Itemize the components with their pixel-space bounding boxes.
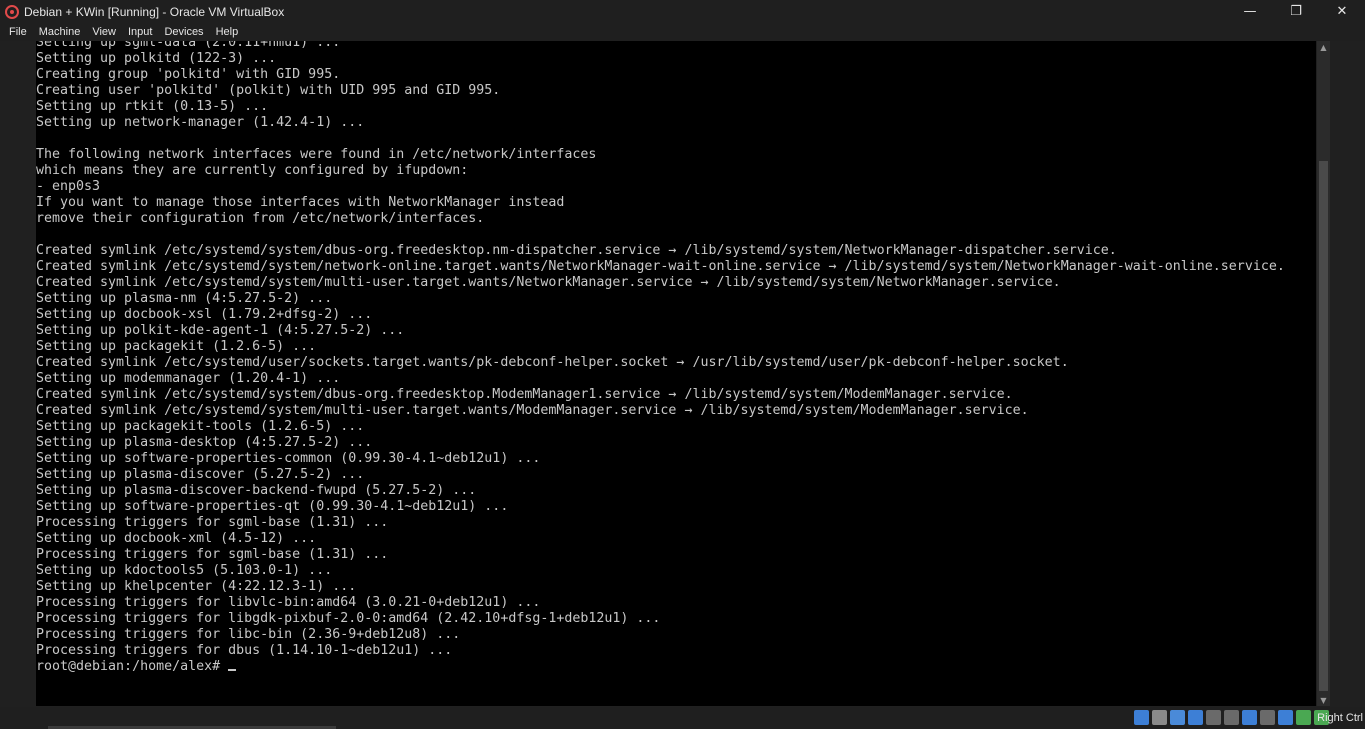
terminal-line: The following network interfaces were fo… — [36, 147, 597, 162]
terminal-line: Processing triggers for dbus (1.14.10-1~… — [36, 643, 453, 658]
scroll-up-icon[interactable]: ▲ — [1317, 41, 1330, 53]
terminal-line: Created symlink /etc/systemd/system/mult… — [36, 403, 1029, 418]
terminal-console[interactable]: Setting up sgml-data (2.0.11+nmu1) ... Se… — [36, 41, 1316, 706]
menu-machine[interactable]: Machine — [33, 26, 87, 38]
close-button[interactable]: ✕ — [1319, 0, 1365, 23]
terminal-line: Setting up packagekit (1.2.6-5) ... — [36, 339, 317, 354]
minimize-button[interactable]: — — [1227, 0, 1273, 23]
network-icon[interactable] — [1188, 710, 1203, 725]
terminal-line: Setting up packagekit-tools (1.2.6-5) ..… — [36, 419, 365, 434]
shell-prompt: root@debian:/home/alex# — [36, 659, 229, 674]
usb-icon[interactable] — [1206, 710, 1221, 725]
status-bar: Right Ctrl — [0, 707, 1365, 729]
scroll-thumb[interactable] — [1319, 161, 1328, 691]
terminal-line: Setting up polkitd (122-3) ... — [36, 51, 277, 66]
vm-display[interactable]: Setting up sgml-data (2.0.11+nmu1) ... Se… — [0, 41, 1365, 707]
terminal-line: Processing triggers for libvlc-bin:amd64… — [36, 595, 541, 610]
window-title: Debian + KWin [Running] - Oracle VM Virt… — [24, 4, 285, 19]
terminal-line: Setting up plasma-discover (5.27.5-2) ..… — [36, 467, 365, 482]
window-controls: — ❐ ✕ — [1227, 0, 1365, 23]
host-key-label[interactable]: Right Ctrl — [1317, 712, 1363, 724]
menu-file[interactable]: File — [0, 26, 33, 38]
terminal-line: Setting up docbook-xml (4.5-12) ... — [36, 531, 317, 546]
terminal-line: Setting up network-manager (1.42.4-1) ..… — [36, 115, 365, 130]
terminal-line: If you want to manage those interfaces w… — [36, 195, 565, 210]
menu-devices[interactable]: Devices — [158, 26, 209, 38]
terminal-line: which means they are currently configure… — [36, 163, 469, 178]
terminal-line: Created symlink /etc/systemd/system/dbus… — [36, 243, 1117, 258]
terminal-line: Setting up polkit-kde-agent-1 (4:5.27.5-… — [36, 323, 405, 338]
text-cursor — [228, 669, 237, 671]
restore-button[interactable]: ❐ — [1273, 0, 1319, 23]
terminal-line: Created symlink /etc/systemd/system/mult… — [36, 275, 1061, 290]
title-bar: Debian + KWin [Running] - Oracle VM Virt… — [0, 0, 1365, 23]
status-indicators — [1134, 710, 1329, 725]
terminal-line: Created symlink /etc/systemd/user/socket… — [36, 355, 1069, 370]
terminal-line: Setting up rtkit (0.13-5) ... — [36, 99, 269, 114]
terminal-line: Processing triggers for libc-bin (2.36-9… — [36, 627, 461, 642]
terminal-line: Creating user 'polkitd' (polkit) with UI… — [36, 83, 501, 98]
menu-help[interactable]: Help — [210, 26, 245, 38]
shared-folders-icon[interactable] — [1224, 710, 1239, 725]
terminal-line: Setting up sgml-data (2.0.11+nmu1) ... — [36, 41, 341, 50]
menu-input[interactable]: Input — [122, 26, 158, 38]
virtualbox-icon — [5, 4, 19, 19]
terminal-line: remove their configuration from /etc/net… — [36, 211, 485, 226]
terminal-line: Setting up kdoctools5 (5.103.0-1) ... — [36, 563, 333, 578]
vertical-scrollbar[interactable]: ▲ ▼ — [1317, 41, 1330, 706]
terminal-prompt-line[interactable]: root@debian:/home/alex# — [36, 659, 1285, 675]
terminal-line: Setting up khelpcenter (4:22.12.3-1) ... — [36, 579, 357, 594]
terminal-line: Setting up plasma-desktop (4:5.27.5-2) .… — [36, 435, 373, 450]
terminal-line: Setting up software-properties-common (0… — [36, 451, 541, 466]
audio-icon[interactable] — [1170, 710, 1185, 725]
display-icon[interactable] — [1242, 710, 1257, 725]
optical-drive-icon[interactable] — [1152, 710, 1167, 725]
terminal-output: Setting up sgml-data (2.0.11+nmu1) ... Se… — [36, 41, 1285, 675]
menu-view[interactable]: View — [86, 26, 122, 38]
terminal-line: Setting up software-properties-qt (0.99.… — [36, 499, 509, 514]
terminal-line: Processing triggers for sgml-base (1.31)… — [36, 515, 389, 530]
terminal-line: Created symlink /etc/systemd/system/dbus… — [36, 387, 1013, 402]
terminal-line: Creating group 'polkitd' with GID 995. — [36, 67, 341, 82]
terminal-line: Setting up plasma-nm (4:5.27.5-2) ... — [36, 291, 333, 306]
cpu-icon[interactable] — [1278, 710, 1293, 725]
terminal-line: Setting up modemmanager (1.20.4-1) ... — [36, 371, 341, 386]
terminal-line: Processing triggers for sgml-base (1.31)… — [36, 547, 389, 562]
terminal-line: - enp0s3 — [36, 179, 101, 194]
mouse-integration-icon[interactable] — [1296, 710, 1311, 725]
terminal-line: Setting up docbook-xsl (1.79.2+dfsg-2) .… — [36, 307, 373, 322]
terminal-line: Processing triggers for libgdk-pixbuf-2.… — [36, 611, 661, 626]
terminal-line: Setting up plasma-discover-backend-fwupd… — [36, 483, 477, 498]
menu-bar: File Machine View Input Devices Help — [0, 23, 1365, 41]
recording-icon[interactable] — [1260, 710, 1275, 725]
terminal-line: Created symlink /etc/systemd/system/netw… — [36, 259, 1285, 274]
scroll-down-icon[interactable]: ▼ — [1317, 694, 1330, 706]
hard-disk-icon[interactable] — [1134, 710, 1149, 725]
